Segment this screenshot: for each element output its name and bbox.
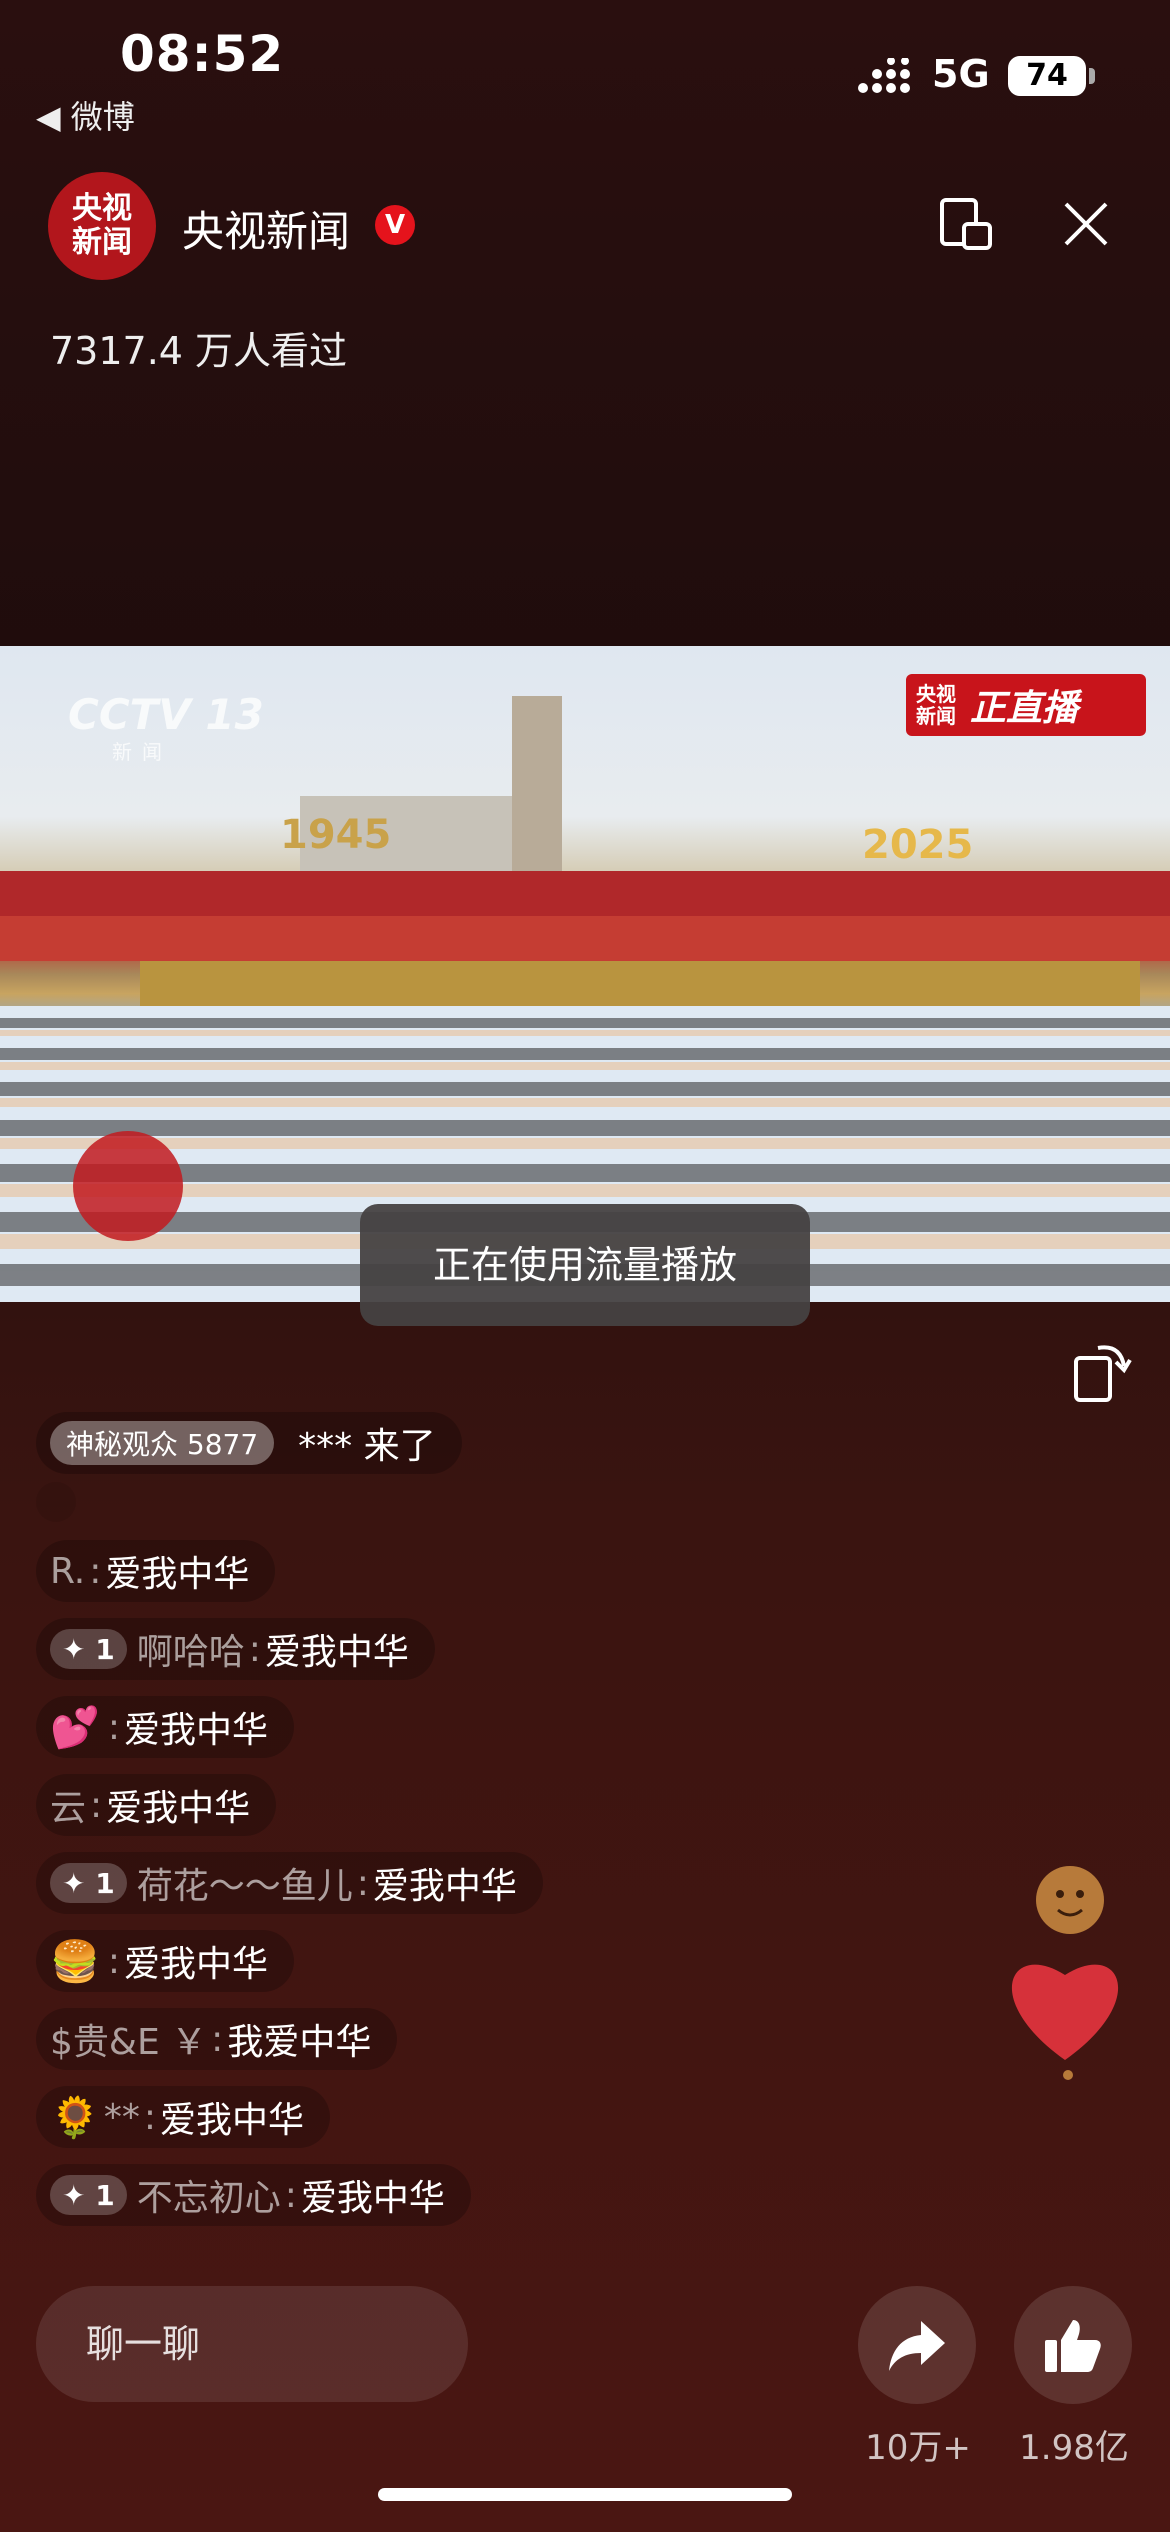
comment-user-emoji: 🌻 bbox=[50, 2094, 100, 2141]
avatar-text-top: 央视 bbox=[72, 191, 132, 226]
comment-user: 不忘初心 bbox=[136, 2178, 281, 2219]
network-type: 5G bbox=[932, 52, 990, 96]
list-item: ✦ 1 啊哈哈: 爱我中华 bbox=[36, 1618, 435, 1680]
list-item: ✦ 1 荷花～～鱼儿: 爱我中华 bbox=[36, 1852, 543, 1914]
home-indicator[interactable] bbox=[378, 2488, 792, 2501]
live-badge-text: 正直播 bbox=[970, 688, 1079, 729]
comment-text: 爱我中华 bbox=[105, 1554, 250, 1595]
list-item: 云: 爱我中华 bbox=[36, 1774, 277, 1836]
comment-text: 爱我中华 bbox=[123, 1710, 268, 1751]
data-usage-toast: 正在使用流量播放 bbox=[360, 1204, 810, 1326]
comment-text: 爱我中华 bbox=[123, 1944, 268, 1985]
close-icon[interactable] bbox=[1060, 198, 1112, 250]
list-item: R.: 爱我中华 bbox=[36, 1540, 276, 1602]
pip-icon[interactable] bbox=[938, 196, 994, 252]
join-notice: 神秘观众 5877 *** 来了 bbox=[36, 1412, 462, 1474]
share-icon bbox=[889, 2321, 945, 2371]
like-count: 1.98亿 bbox=[1019, 2428, 1129, 2468]
comment-user: $贵&E ￥ bbox=[50, 2022, 208, 2063]
year-right: 2025 bbox=[862, 822, 974, 868]
list-item-faded bbox=[36, 1482, 76, 1522]
comment-text: 爱我中华 bbox=[159, 2100, 304, 2141]
verified-badge: V bbox=[375, 205, 415, 245]
comment-user: 云 bbox=[50, 1788, 87, 1829]
share-count: 10万+ bbox=[865, 2428, 971, 2468]
fan-level-badge: ✦ 1 bbox=[50, 2175, 127, 2215]
comment-user-emoji: 🍔 bbox=[50, 1938, 100, 1985]
fan-level-badge: ✦ 1 bbox=[50, 1629, 127, 1669]
live-badge: 央视 新闻 正直播 bbox=[906, 674, 1146, 736]
fan-level-badge: ✦ 1 bbox=[50, 1863, 127, 1903]
join-text: *** 来了 bbox=[298, 1426, 436, 1467]
live-badge-top: 央视 bbox=[916, 682, 956, 706]
comment-user: 啊哈哈 bbox=[136, 1632, 245, 1673]
live-badge-bottom: 新闻 bbox=[916, 704, 956, 728]
cctv-watermark: CCTV 13 bbox=[68, 690, 264, 739]
battery-cap bbox=[1089, 68, 1095, 84]
comment-user: ** bbox=[103, 2096, 140, 2138]
like-button[interactable] bbox=[1014, 2286, 1132, 2404]
channel-name[interactable]: 央视新闻 bbox=[182, 198, 350, 259]
mystery-viewer-badge: 神秘观众 5877 bbox=[50, 1421, 275, 1465]
comment-text: 我爱中华 bbox=[227, 2022, 372, 2063]
back-to-app-link[interactable]: ◀ 微博 bbox=[36, 92, 135, 138]
channel-avatar[interactable]: 央视 新闻 bbox=[48, 172, 156, 280]
share-button[interactable] bbox=[858, 2286, 976, 2404]
comment-text: 爱我中华 bbox=[106, 1788, 251, 1829]
heart-sticker-icon bbox=[1011, 1866, 1119, 2080]
rotate-icon[interactable] bbox=[1072, 1340, 1132, 1404]
cctv-watermark-sub: 新闻 bbox=[112, 740, 172, 764]
comment-text: 爱我中华 bbox=[372, 1866, 517, 1907]
comment-user: R. bbox=[50, 1550, 86, 1592]
comment-text: 爱我中华 bbox=[300, 2178, 445, 2219]
list-item: 🍔: 爱我中华 bbox=[36, 1930, 294, 1992]
status-time: 08:52 bbox=[120, 25, 285, 83]
list-item: ✦ 1 不忘初心: 爱我中华 bbox=[36, 2164, 471, 2226]
battery-level: 74 bbox=[1008, 56, 1086, 96]
year-left: 1945 bbox=[280, 812, 392, 858]
chat-input[interactable]: 聊一聊 bbox=[36, 2286, 468, 2402]
comment-user-emoji: 💕 bbox=[50, 1704, 100, 1751]
like-icon bbox=[1045, 2320, 1101, 2372]
list-item: $贵&E ￥: 我爱中华 bbox=[36, 2008, 398, 2070]
signal-icon bbox=[858, 58, 910, 93]
comment-text: 爱我中华 bbox=[264, 1632, 409, 1673]
viewer-count: 7317.4 万人看过 bbox=[50, 329, 348, 373]
list-item: 💕: 爱我中华 bbox=[36, 1696, 294, 1758]
comment-user: 荷花～～鱼儿 bbox=[136, 1866, 353, 1907]
list-item: 🌻 **: 爱我中华 bbox=[36, 2086, 330, 2148]
avatar-text-bottom: 新闻 bbox=[72, 225, 132, 260]
